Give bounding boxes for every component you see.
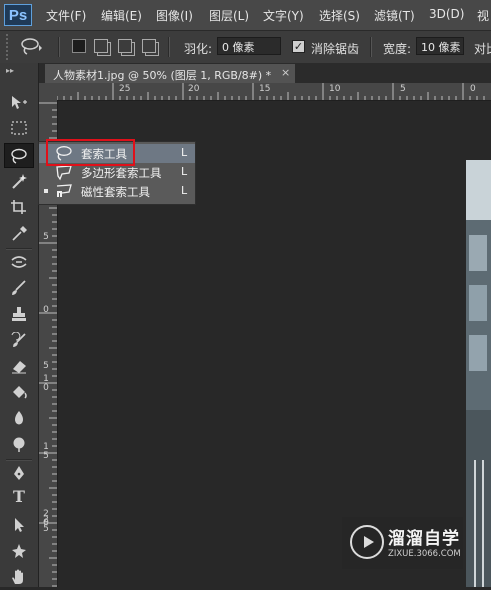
- menu-edit[interactable]: 编辑(E): [101, 7, 142, 24]
- horizontal-ruler: 25 20 15 10 5 0: [39, 83, 491, 101]
- ruler-origin[interactable]: [39, 83, 57, 100]
- document-tab-title: 人物素材1.jpg @ 50% (图层 1, RGB/8#) *: [53, 69, 272, 82]
- ruler-label: 0: [470, 84, 476, 94]
- history-brush-icon[interactable]: [4, 328, 34, 353]
- lasso-preset-icon: [21, 38, 42, 55]
- watermark: 溜溜自学 ZIXUE.3066.COM: [342, 517, 463, 569]
- lasso-tool-icon[interactable]: [4, 143, 34, 168]
- menu-3d[interactable]: 3D(D): [429, 7, 464, 21]
- ruler-label: 2 5: [43, 515, 49, 534]
- flyout-item-shortcut: L: [181, 165, 188, 178]
- ruler-label: 25: [119, 84, 131, 94]
- collapse-panel-icon[interactable]: ▸▸: [6, 66, 14, 75]
- path-selection-icon[interactable]: [4, 513, 34, 538]
- image-railing: [474, 460, 476, 587]
- ruler-label: 5: [400, 84, 406, 94]
- magnetic-lasso-icon: [54, 183, 74, 200]
- ruler-label: 1 5: [43, 442, 49, 461]
- clone-stamp-icon[interactable]: [4, 302, 34, 327]
- tool-preset-picker[interactable]: [18, 36, 46, 58]
- image-window: [469, 335, 487, 371]
- menu-type[interactable]: 文字(Y): [263, 7, 304, 24]
- ruler-label: 20: [188, 84, 200, 94]
- image-window: [469, 285, 487, 321]
- width-label: 宽度:: [383, 42, 412, 56]
- intersect-selection-icon[interactable]: [142, 39, 156, 53]
- dodge-tool-icon[interactable]: [4, 432, 34, 457]
- marquee-tool-icon[interactable]: [4, 116, 34, 141]
- add-to-selection-icon[interactable]: [94, 39, 108, 53]
- flyout-item-magnetic-lasso[interactable]: 磁性套索工具 L: [39, 182, 195, 201]
- photoshop-logo: Ps: [4, 4, 32, 26]
- width-input[interactable]: 10 像素: [416, 37, 464, 55]
- healing-brush-icon[interactable]: [4, 250, 34, 275]
- menu-filter[interactable]: 滤镜(T): [374, 7, 415, 24]
- highlight-box: [46, 139, 135, 166]
- eyedropper-icon[interactable]: [4, 221, 34, 246]
- paint-bucket-icon[interactable]: [4, 380, 34, 405]
- play-logo-icon: [350, 525, 384, 559]
- image-window: [469, 235, 487, 271]
- watermark-title: 溜溜自学: [388, 529, 460, 549]
- flyout-item-label: 磁性套索工具: [81, 185, 150, 199]
- options-grip: [6, 34, 11, 60]
- magic-wand-icon[interactable]: [4, 169, 34, 194]
- ruler-label: 15: [259, 84, 271, 94]
- move-tool-icon[interactable]: [4, 90, 34, 115]
- menu-file[interactable]: 文件(F): [46, 7, 86, 24]
- ruler-label: 5: [43, 232, 49, 242]
- current-tool-indicator: [44, 189, 48, 193]
- document-tab[interactable]: 人物素材1.jpg @ 50% (图层 1, RGB/8#) * ×: [44, 63, 296, 83]
- ruler-label: 5: [43, 361, 49, 371]
- image-ground: [466, 410, 491, 587]
- brush-tool-icon[interactable]: [4, 276, 34, 301]
- subtract-from-selection-icon[interactable]: [118, 39, 132, 53]
- menu-view[interactable]: 视: [477, 7, 489, 24]
- hand-tool-icon[interactable]: [4, 565, 34, 590]
- menu-select[interactable]: 选择(S): [319, 7, 360, 24]
- feather-label: 羽化:: [184, 42, 213, 56]
- image-sky: [466, 160, 491, 220]
- menu-bar: Ps 文件(F) 编辑(E) 图像(I) 图层(L) 文字(Y) 选择(S) 滤…: [0, 0, 491, 31]
- separator: [58, 37, 60, 57]
- flyout-item-shortcut: L: [181, 146, 188, 159]
- contrast-label: 对比: [474, 42, 491, 56]
- options-bar: 羽化: 0 像素 ✓ 消除锯齿 宽度: 10 像素 对比: [0, 31, 491, 64]
- ruler-label: 10: [329, 84, 341, 94]
- separator: [370, 37, 372, 57]
- pen-tool-icon[interactable]: [4, 461, 34, 486]
- feather-input[interactable]: 0 像素: [217, 37, 281, 55]
- menu-image[interactable]: 图像(I): [156, 7, 193, 24]
- ruler-label: 1 0: [43, 374, 49, 393]
- menu-layer[interactable]: 图层(L): [209, 7, 249, 24]
- flyout-item-shortcut: L: [181, 184, 188, 197]
- image-railing: [482, 460, 484, 587]
- eraser-icon[interactable]: [4, 354, 34, 379]
- separator: [168, 37, 170, 57]
- crop-tool-icon[interactable]: [4, 195, 34, 220]
- blur-tool-icon[interactable]: [4, 406, 34, 431]
- ruler-label: 0: [43, 305, 49, 315]
- document-image[interactable]: [466, 160, 491, 587]
- type-tool-icon[interactable]: T: [4, 487, 34, 512]
- antialias-checkbox[interactable]: ✓: [292, 40, 305, 53]
- flyout-item-label: 多边形套索工具: [81, 166, 162, 180]
- watermark-url: ZIXUE.3066.COM: [388, 549, 461, 559]
- shape-tool-icon[interactable]: [4, 539, 34, 564]
- polygonal-lasso-icon: [54, 164, 74, 181]
- antialias-label: 消除锯齿: [311, 42, 360, 56]
- close-icon[interactable]: ×: [281, 66, 290, 79]
- new-selection-icon[interactable]: [72, 39, 86, 53]
